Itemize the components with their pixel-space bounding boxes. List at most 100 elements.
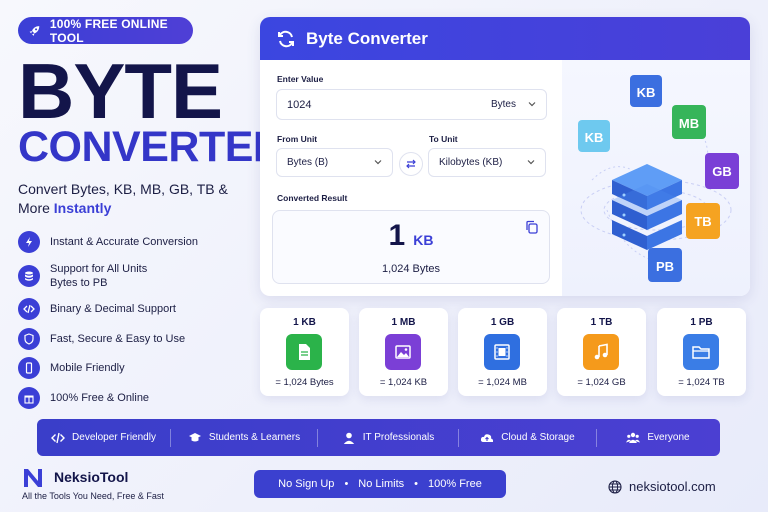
- folder-icon: [683, 334, 719, 370]
- brand-name[interactable]: NeksioTool: [54, 469, 128, 485]
- copy-icon[interactable]: [525, 220, 539, 234]
- mobile-icon: [18, 357, 40, 379]
- feature-label-line2: Bytes to PB: [50, 276, 108, 289]
- hero-title: BYTE: [18, 47, 223, 135]
- swap-icon: [406, 159, 416, 169]
- hero-tagline: Convert Bytes, KB, MB, GB, TB & More Ins…: [18, 180, 258, 218]
- benefit-item: No Limits: [358, 478, 405, 490]
- pb-cube: PB: [648, 248, 682, 282]
- separator-dot: •: [414, 478, 418, 490]
- chevron-down-icon: [527, 159, 535, 164]
- to-unit-label: To Unit: [429, 134, 458, 144]
- feature-label: Fast, Secure & Easy to Use: [50, 332, 186, 345]
- from-unit-value: Bytes (B): [287, 157, 329, 168]
- audience-label: Cloud & Storage: [501, 432, 575, 443]
- chevron-down-icon[interactable]: [528, 100, 536, 108]
- code-icon: [18, 298, 40, 320]
- website-url[interactable]: neksiotool.com: [629, 479, 716, 494]
- neksiotool-logo[interactable]: [22, 467, 46, 489]
- feature-label-line1: Support for All Units: [50, 262, 148, 275]
- unit-tile-kb: 1 KB = 1,024 Bytes: [260, 308, 349, 396]
- audience-item: Students & Learners: [171, 419, 317, 456]
- feature-list: Instant & Accurate Conversion Support fo…: [18, 231, 248, 416]
- users-icon: [626, 432, 641, 443]
- mb-cube: MB: [672, 105, 706, 139]
- audience-item: Everyone: [597, 419, 719, 456]
- tagline-accent: Instantly: [53, 200, 112, 216]
- tile-value: = 1,024 GB: [577, 377, 626, 388]
- graduation-cap-icon: [188, 432, 201, 441]
- brand-tagline: All the Tools You Need, Free & Fast: [22, 491, 164, 501]
- benefits-pill: No Sign Up • No Limits • 100% Free: [254, 470, 506, 498]
- unit-tile-tb: 1 TB = 1,024 GB: [557, 308, 646, 396]
- tile-value: = 1,024 TB: [678, 377, 725, 388]
- tile-value: = 1,024 Bytes: [275, 377, 334, 388]
- server-stack: [612, 164, 682, 250]
- audience-item: IT Professionals: [318, 419, 458, 456]
- website-link[interactable]: neksiotool.com: [608, 479, 716, 494]
- database-icon: [18, 264, 40, 287]
- unit-tile-gb: 1 GB = 1,024 MB: [458, 308, 547, 396]
- bolt-icon: [18, 231, 40, 253]
- music-icon: [583, 334, 619, 370]
- hero-subtitle: CONVERTER: [18, 123, 284, 171]
- tb-cube: TB: [686, 203, 720, 239]
- tile-value: = 1,024 MB: [478, 377, 527, 388]
- feature-item: 100% Free & Online: [18, 386, 248, 409]
- cube-label: GB: [712, 164, 732, 179]
- benefit-item: No Sign Up: [278, 478, 335, 490]
- to-unit-select[interactable]: Kilobytes (KB): [428, 148, 546, 177]
- feature-label: Instant & Accurate Conversion: [50, 236, 198, 248]
- badge-label: 100% FREE ONLINE TOOL: [49, 16, 168, 45]
- kb-cube-small: KB: [578, 120, 610, 152]
- shield-icon: [18, 327, 40, 350]
- feature-item: Binary & Decimal Support: [18, 298, 248, 320]
- feature-label: 100% Free & Online: [50, 391, 150, 404]
- audience-label: Students & Learners: [208, 432, 301, 443]
- enter-value-label: Enter Value: [277, 74, 324, 84]
- cloud-upload-icon: [481, 433, 494, 442]
- unit-tile-pb: 1 PB = 1,024 TB: [657, 308, 746, 396]
- result-unit: KB: [413, 232, 434, 248]
- result-label: Converted Result: [277, 193, 348, 203]
- result-bytes: 1,024 Bytes: [381, 263, 441, 275]
- to-unit-value: Kilobytes (KB): [439, 157, 503, 168]
- cube-label: KB: [585, 130, 604, 145]
- audience-item: Developer Friendly: [37, 419, 170, 456]
- audience-bar: Developer Friendly Students & Learners I…: [37, 419, 720, 456]
- from-unit-select[interactable]: Bytes (B): [276, 148, 393, 177]
- kb-cube: KB: [630, 75, 662, 107]
- tagline-text: Convert Bytes, KB, MB, GB, TB & More: [18, 181, 228, 216]
- storage-illustration: KB MB GB TB PB KB: [562, 60, 750, 296]
- feature-label: Mobile Friendly: [50, 362, 125, 374]
- result-number: 1: [388, 219, 406, 252]
- server-cubes-illustration: KB MB GB TB PB KB: [578, 75, 739, 282]
- image-icon: [385, 334, 421, 370]
- audience-label: IT Professionals: [362, 432, 435, 443]
- cube-label: KB: [637, 85, 656, 100]
- benefit-item: 100% Free: [428, 478, 482, 490]
- cube-label: MB: [679, 116, 699, 131]
- tile-title: 1 PB: [690, 317, 713, 328]
- refresh-icon: [278, 30, 294, 47]
- audience-item: Cloud & Storage: [459, 419, 596, 456]
- tile-title: 1 KB: [293, 317, 316, 328]
- gift-icon: [18, 386, 40, 409]
- tile-title: 1 GB: [490, 317, 515, 328]
- code-icon: [51, 432, 66, 443]
- rocket-icon: [29, 25, 40, 36]
- feature-item: Fast, Secure & Easy to Use: [18, 327, 248, 350]
- separator-dot: •: [344, 478, 349, 490]
- unit-tile-mb: 1 MB = 1,024 KB: [359, 308, 448, 396]
- tile-title: 1 TB: [590, 317, 613, 328]
- swap-units-button[interactable]: [399, 152, 423, 176]
- value-unit-select[interactable]: Bytes: [491, 99, 516, 110]
- chevron-down-icon: [374, 159, 382, 164]
- user-icon: [343, 432, 354, 444]
- value-input-text: 1024: [287, 98, 312, 111]
- cube-label: PB: [656, 259, 674, 274]
- cube-label: TB: [694, 214, 711, 229]
- from-unit-label: From Unit: [277, 134, 318, 144]
- tile-value: = 1,024 KB: [379, 377, 428, 388]
- value-input[interactable]: 1024 Bytes: [276, 89, 547, 120]
